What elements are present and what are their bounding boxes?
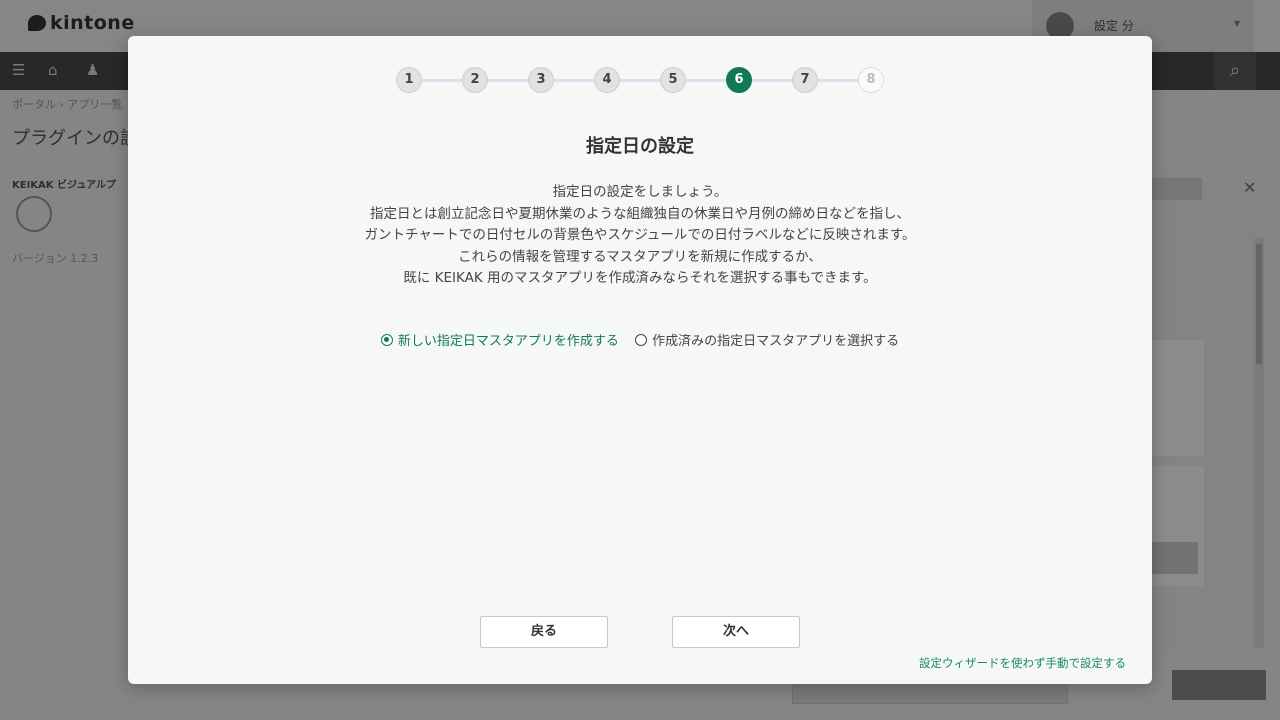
step-1: 1	[396, 67, 422, 93]
back-button[interactable]: 戻る	[480, 616, 608, 648]
manual-setup-link[interactable]: 設定ウィザードを使わず手動で設定する	[919, 655, 1126, 671]
step-2: 2	[462, 67, 488, 93]
master-app-option-group: 新しい指定日マスタアプリを作成する 作成済みの指定日マスタアプリを選択する	[128, 330, 1152, 349]
step-6-current: 6	[726, 67, 752, 93]
step-5: 5	[660, 67, 686, 93]
step-4: 4	[594, 67, 620, 93]
description-line: これらの情報を管理するマスタアプリを新規に作成するか、	[458, 248, 822, 265]
wizard-title: 指定日の設定	[586, 136, 694, 157]
setup-wizard-dialog: 1 2 3 4 5 6 7 8 指定日の設定 指定日の設定をしましょう。 指定日…	[128, 36, 1152, 684]
radio-button-checked[interactable]	[380, 334, 393, 346]
step-3: 3	[528, 67, 554, 93]
description-line: 指定日の設定をしましょう。	[552, 184, 728, 200]
radio-button-unchecked[interactable]	[635, 334, 648, 346]
step-7: 7	[792, 67, 818, 93]
step-8: 8	[858, 67, 884, 93]
description-line: ガントチャートでの日付セルの背景色やスケジュールでの日付ラベルなどに反映されます…	[364, 227, 916, 244]
radio-select-existing-label[interactable]: 作成済みの指定日マスタアプリを選択する	[652, 334, 899, 349]
wizard-description: 指定日の設定をしましょう。 指定日とは創立記念日や夏期休業のような組織独自の休業…	[128, 182, 1152, 290]
description-line: 既に KEIKAK 用のマスタアプリを作成済みならそれを選択する事もできます。	[403, 270, 877, 287]
radio-create-new[interactable]: 新しい指定日マスタアプリを作成する	[380, 330, 619, 349]
radio-create-new-label[interactable]: 新しい指定日マスタアプリを作成する	[398, 334, 619, 349]
wizard-stepper: 1 2 3 4 5 6 7 8	[396, 67, 884, 95]
radio-select-existing[interactable]: 作成済みの指定日マスタアプリを選択する	[635, 330, 899, 349]
description-line: 指定日とは創立記念日や夏期休業のような組織独自の休業日や月例の締め日などを指し、	[370, 205, 910, 222]
next-button[interactable]: 次へ	[672, 616, 800, 648]
